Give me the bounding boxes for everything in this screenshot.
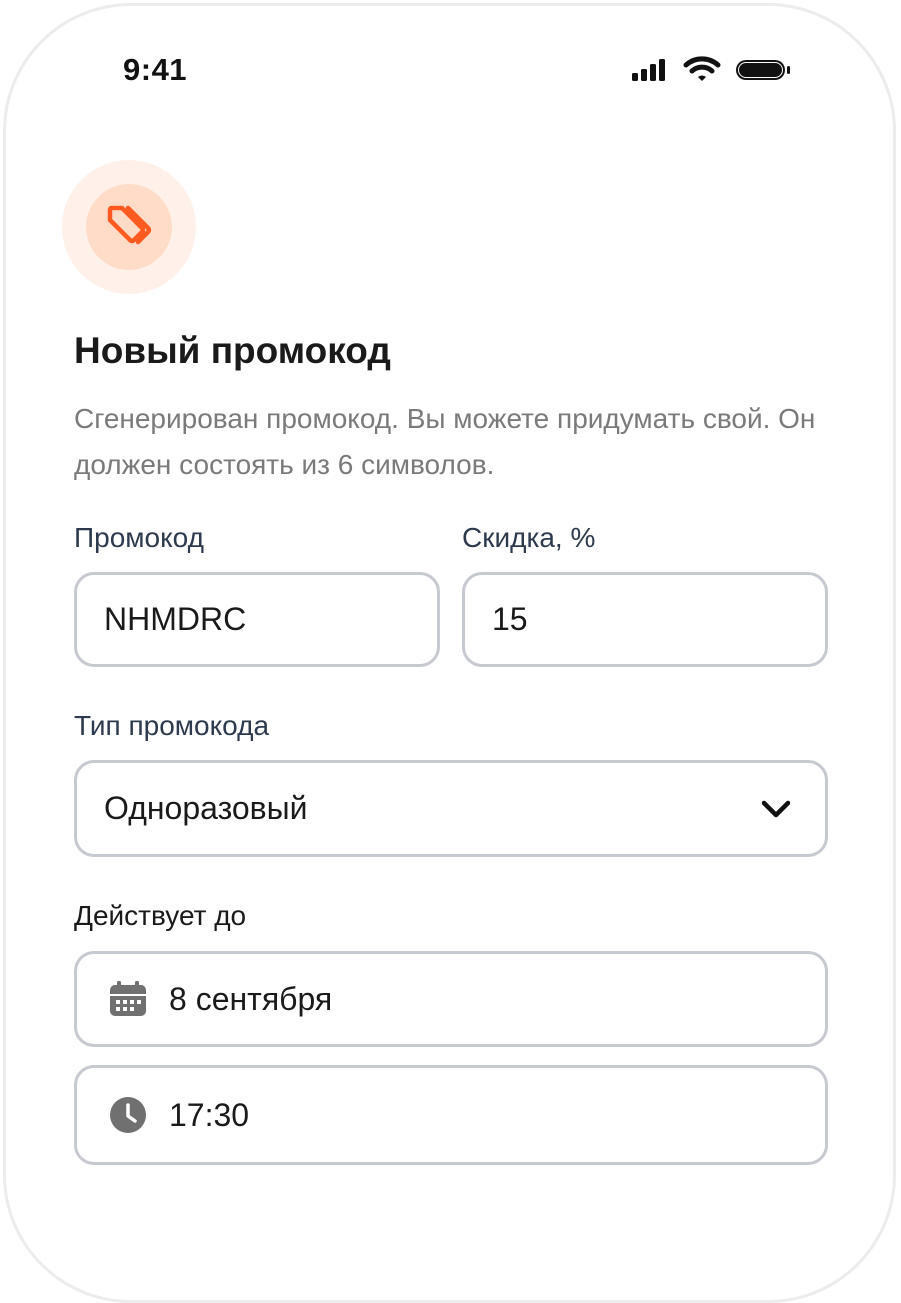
signal-icon bbox=[632, 59, 665, 81]
status-time: 9:41 bbox=[123, 52, 188, 87]
page-description: Сгенерирован промокод. Вы можете придума… bbox=[74, 403, 816, 480]
promo-type-select[interactable]: Одноразовый bbox=[74, 760, 828, 857]
calendar-icon bbox=[109, 981, 147, 1017]
status-icons bbox=[632, 56, 790, 81]
promo-type-label: Тип промокода bbox=[74, 710, 270, 741]
valid-until-label: Действует до bbox=[74, 900, 247, 931]
time-picker-field[interactable]: 17:30 bbox=[74, 1065, 828, 1165]
discount-label: Скидка, % bbox=[462, 522, 596, 553]
battery-icon bbox=[736, 60, 790, 80]
promo-type-value: Одноразовый bbox=[104, 790, 308, 826]
page-title: Новый промокод bbox=[74, 330, 391, 371]
discount-input[interactable]: 15 bbox=[462, 572, 828, 667]
promo-code-label: Промокод bbox=[74, 522, 204, 553]
chevron-down-icon bbox=[761, 800, 791, 818]
time-value: 17:30 bbox=[169, 1096, 250, 1133]
clock-icon bbox=[109, 1096, 147, 1134]
promo-code-input[interactable]: NHMDRC bbox=[74, 572, 440, 667]
discount-value: 15 bbox=[492, 601, 528, 637]
wifi-icon bbox=[683, 56, 721, 81]
tag-icon bbox=[107, 205, 152, 245]
promo-icon-badge bbox=[62, 160, 196, 294]
promo-code-value: NHMDRC bbox=[104, 601, 247, 637]
date-picker-field[interactable]: 8 сентября bbox=[74, 951, 828, 1047]
date-value: 8 сентября bbox=[169, 980, 333, 1017]
